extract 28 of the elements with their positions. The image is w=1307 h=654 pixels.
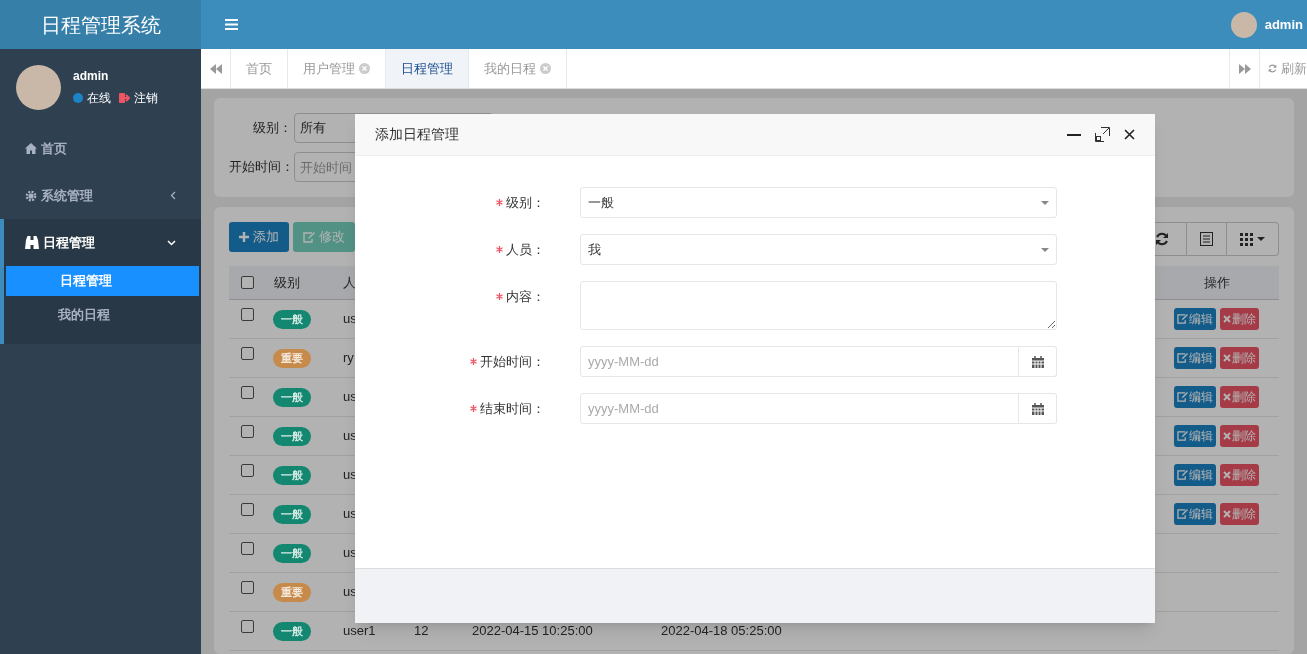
level-tag: 一般 <box>273 505 311 524</box>
column-header: 级别 <box>273 273 301 292</box>
table-cell-text: user1 <box>343 622 377 641</box>
level-tag: 一般 <box>273 388 311 407</box>
column-header: 人 <box>343 273 357 292</box>
level-tag: 重要 <box>273 583 311 602</box>
user-name: admin <box>73 68 110 85</box>
table-cell-text: 2022-04-18 05:25:00 <box>661 622 783 641</box>
table-cell-text: ry <box>343 349 355 368</box>
level-tag: 重要 <box>273 349 311 368</box>
field-label: 级别： <box>252 119 293 138</box>
level-tag: 一般 <box>273 427 311 446</box>
level-tag: 一般 <box>273 310 311 329</box>
column-header: 操作 <box>1202 273 1231 292</box>
level-tag: 一般 <box>273 622 311 641</box>
field-label: 结束时间： <box>480 399 545 418</box>
table-cell-text: 12 <box>414 622 430 641</box>
online-status: 在线 <box>87 90 111 107</box>
field-label: 人员： <box>506 240 545 259</box>
level-tag: 一般 <box>273 466 311 485</box>
field-label: 级别： <box>506 193 545 212</box>
field-label: 内容： <box>506 288 545 306</box>
table-cell-text: 2022-04-15 10:25:00 <box>472 622 594 641</box>
dialog-title: 添加日程管理 <box>375 125 459 144</box>
field-label: 开始时间： <box>229 158 294 177</box>
app-title: 日程管理系统 <box>40 12 161 38</box>
field-label: 开始时间： <box>480 352 545 371</box>
level-tag: 一般 <box>273 544 311 563</box>
